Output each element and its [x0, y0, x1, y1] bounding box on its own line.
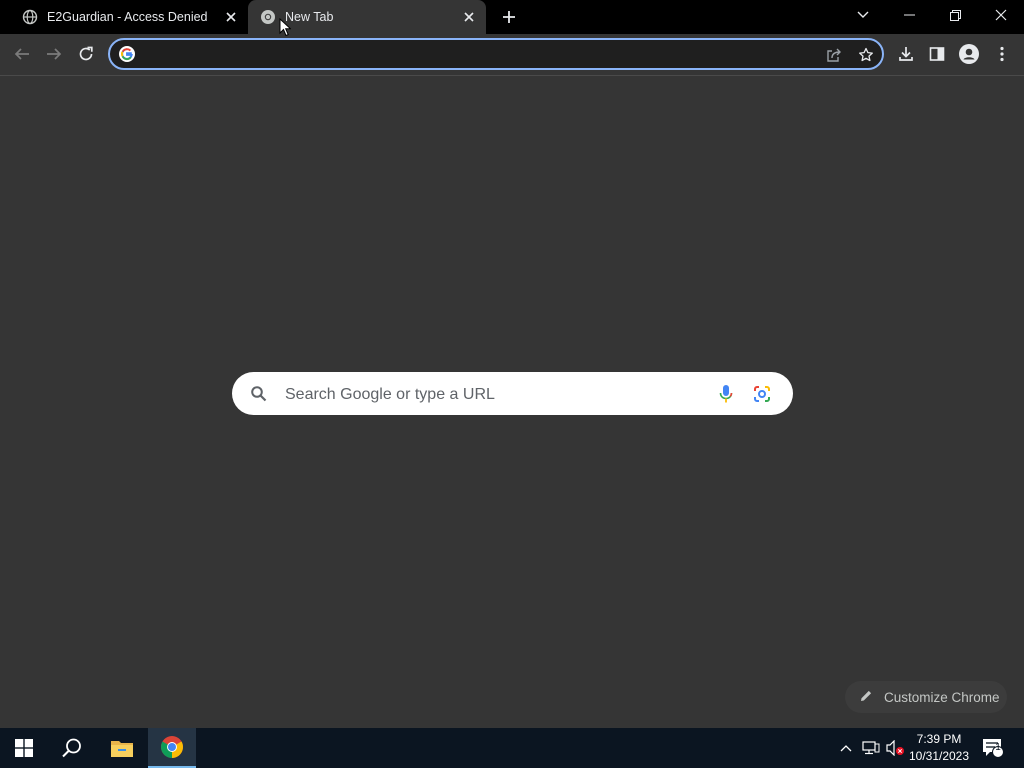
- clock-time: 7:39 PM: [916, 732, 962, 746]
- folder-icon: [111, 741, 133, 757]
- more-vert-icon: [1000, 46, 1004, 62]
- reload-button[interactable]: [71, 39, 101, 69]
- restore-icon: [949, 9, 961, 21]
- close-icon: [995, 9, 1007, 21]
- volume-muted-icon[interactable]: [884, 728, 906, 768]
- windows-taskbar: 7:39 PM 10/31/2023 1: [0, 728, 1024, 768]
- tab-search-button[interactable]: [840, 0, 886, 30]
- minimize-button[interactable]: [886, 0, 932, 30]
- chrome-icon: [161, 736, 183, 758]
- ntp-search-box[interactable]: [232, 372, 793, 415]
- close-window-button[interactable]: [978, 0, 1024, 30]
- clock-date: 10/31/2023: [908, 749, 970, 763]
- chevron-up-icon: [840, 745, 852, 752]
- arrow-left-icon: [14, 48, 29, 60]
- tab-title: E2Guardian - Access Denied: [47, 10, 208, 24]
- new-tab-page: Customize Chrome: [0, 76, 1024, 728]
- system-clock[interactable]: 7:39 PM 10/31/2023: [906, 731, 972, 765]
- reload-icon: [79, 46, 93, 61]
- show-hidden-icons-button[interactable]: [836, 728, 856, 768]
- profile-button[interactable]: [954, 39, 984, 69]
- tab-title: New Tab: [285, 10, 334, 24]
- plus-icon: [503, 11, 515, 23]
- download-icon: [899, 47, 913, 61]
- globe-icon: [22, 9, 38, 25]
- customize-chrome-button[interactable]: Customize Chrome: [845, 681, 1007, 713]
- restore-button[interactable]: [932, 0, 978, 30]
- avatar-icon: [959, 44, 979, 64]
- side-panel-icon: [929, 47, 945, 61]
- chrome-taskbar-button[interactable]: [148, 728, 196, 768]
- notification-center-button[interactable]: 1: [980, 728, 1006, 768]
- menu-button[interactable]: [987, 39, 1017, 69]
- search-taskbar-button[interactable]: [48, 728, 96, 768]
- microphone-icon[interactable]: [718, 384, 734, 404]
- search-icon: [62, 738, 81, 758]
- network-icon[interactable]: [860, 728, 882, 768]
- google-lens-icon[interactable]: [753, 385, 771, 403]
- address-input[interactable]: [148, 44, 792, 66]
- windows-logo-icon: [15, 739, 33, 757]
- pencil-icon: [859, 689, 875, 705]
- arrow-right-icon: [47, 48, 62, 60]
- close-tab-icon[interactable]: [222, 8, 240, 26]
- chrome-icon: [260, 9, 276, 25]
- share-icon[interactable]: [823, 44, 845, 66]
- ntp-search-input[interactable]: [283, 383, 707, 407]
- minimize-icon: [903, 14, 915, 16]
- forward-button[interactable]: [39, 39, 69, 69]
- close-tab-icon[interactable]: [460, 8, 478, 26]
- bookmark-star-icon[interactable]: [855, 44, 877, 66]
- chevron-down-icon: [857, 11, 869, 18]
- google-g-icon: [119, 46, 135, 62]
- downloads-button[interactable]: [891, 39, 921, 69]
- tab-e2guardian[interactable]: E2Guardian - Access Denied: [12, 0, 248, 34]
- browser-toolbar: [0, 34, 1024, 76]
- file-explorer-button[interactable]: [98, 728, 146, 768]
- customize-chrome-label: Customize Chrome: [884, 689, 1000, 705]
- tab-strip: E2Guardian - Access Denied New Tab: [0, 0, 1024, 34]
- search-icon: [251, 386, 267, 402]
- start-button[interactable]: [0, 728, 48, 768]
- mouse-cursor-icon: [279, 18, 291, 37]
- address-bar[interactable]: [108, 38, 884, 70]
- back-button[interactable]: [7, 39, 37, 69]
- notification-count: 1: [995, 742, 1001, 753]
- side-panel-button[interactable]: [922, 39, 952, 69]
- new-tab-button[interactable]: [497, 5, 521, 29]
